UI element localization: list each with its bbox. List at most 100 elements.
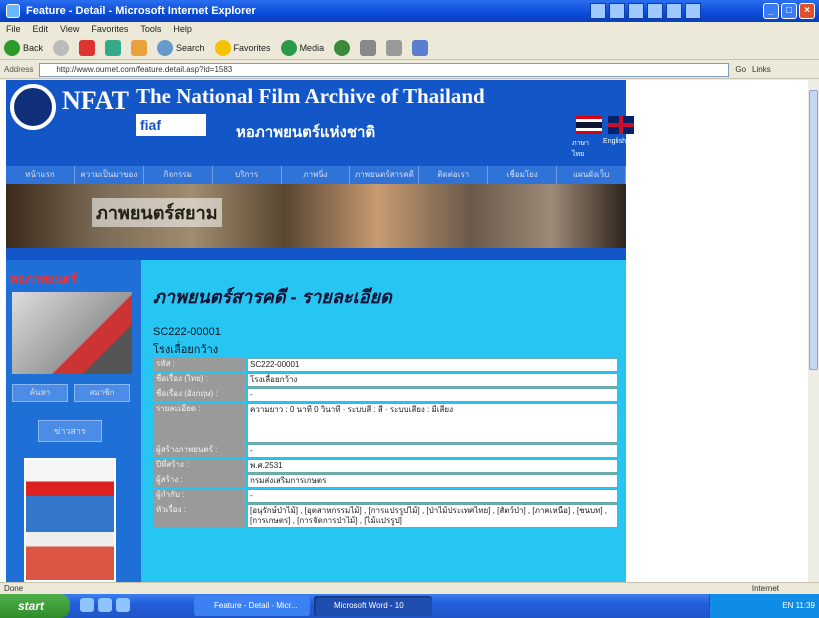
home-icon (131, 39, 148, 56)
mail-button[interactable] (360, 39, 377, 56)
app-icon[interactable] (666, 3, 682, 19)
menu-help[interactable]: Help (173, 22, 192, 36)
film-banner: ภาพยนตร์สยาม (6, 184, 626, 248)
row-label: ผู้สร้าง : (154, 474, 246, 488)
sidebar-news-link[interactable]: ข่าวสาร (38, 420, 102, 442)
nav-item[interactable]: กิจกรรม (144, 166, 213, 184)
page-viewport: NFAT fiaf The National Film Archive of T… (0, 80, 808, 582)
magazine-cover-image[interactable] (24, 458, 116, 582)
ie-quicklaunch-icon[interactable] (80, 598, 94, 612)
sidebar-search-button[interactable]: ค้นหา (12, 384, 68, 402)
nav-item[interactable]: ภาพนิ่ง (282, 166, 351, 184)
titlebar-tray-icons (590, 3, 701, 19)
page-title: ภาพยนตร์สารคดี - รายละเอียด (153, 287, 392, 307)
row-value: - (247, 388, 618, 402)
film-code: SC222-00001 (153, 326, 221, 338)
search-button[interactable]: Search (157, 39, 205, 56)
edit-icon (412, 39, 429, 56)
film-name: โรงเลื่อยกว้าง (153, 344, 219, 356)
minimize-button[interactable]: _ (763, 3, 779, 19)
lang-english-link[interactable]: English (603, 138, 626, 160)
back-button[interactable]: Back (4, 39, 43, 56)
row-value: ความยาว : 0 นาที 0 วินาที · ระบบสี : สี … (247, 403, 618, 443)
divider-strip (6, 248, 626, 260)
content-panel: ภาพยนตร์สารคดี - รายละเอียด SC222-00001 … (141, 260, 626, 582)
row-label: รหัส : (154, 358, 246, 372)
security-zone: Internet (751, 584, 779, 593)
lang-thai-link[interactable]: ภาษาไทย (572, 138, 593, 160)
vertical-scrollbar[interactable] (808, 80, 819, 582)
media-quicklaunch-icon[interactable] (116, 598, 130, 612)
sidebar-heading: หอภาพยนตร์ (10, 272, 78, 286)
forward-button[interactable] (53, 39, 70, 56)
nav-item[interactable]: เชื่อมโยง (488, 166, 558, 184)
desktop-quicklaunch-icon[interactable] (98, 598, 112, 612)
status-bar: Done Internet (0, 582, 819, 594)
row-label: ปีที่สร้าง : (154, 459, 246, 473)
taskbar-item-word[interactable]: Microsoft Word - 10 (314, 596, 432, 616)
taskbar-item-browser[interactable]: Feature - Detail - Micr... (194, 596, 310, 616)
history-button[interactable] (334, 39, 351, 56)
maximize-button[interactable]: □ (781, 3, 797, 19)
app-icon[interactable] (590, 3, 606, 19)
thai-flag-icon[interactable] (576, 116, 602, 134)
menu-file[interactable]: File (6, 22, 21, 36)
print-button[interactable] (386, 39, 403, 56)
sidebar-member-button[interactable]: สมาชิก (74, 384, 130, 402)
nav-item[interactable]: ติดต่อเรา (419, 166, 489, 184)
address-input[interactable]: http://www.ournet.com/feature.detail.asp… (39, 62, 730, 77)
home-button[interactable] (131, 39, 148, 56)
edit-button[interactable] (412, 39, 429, 56)
nfat-logo[interactable]: NFAT (10, 84, 130, 144)
logo-text: NFAT (62, 86, 129, 115)
start-button[interactable]: start (0, 594, 70, 618)
menu-view[interactable]: View (60, 22, 79, 36)
close-button[interactable]: × (799, 3, 815, 19)
go-button[interactable]: Go (735, 65, 746, 74)
row-label: รายละเอียด : (154, 403, 246, 443)
app-icon[interactable] (685, 3, 701, 19)
back-arrow-icon (4, 39, 20, 56)
nav-item[interactable]: บริการ (213, 166, 282, 184)
menu-edit[interactable]: Edit (33, 22, 49, 36)
row-label: ผู้สร้างภาพยนตร์ : (154, 444, 246, 458)
menu-favorites[interactable]: Favorites (91, 22, 128, 36)
website: NFAT fiaf The National Film Archive of T… (6, 80, 634, 582)
fiaf-logo: fiaf (136, 114, 206, 136)
table-row: รายละเอียด : ความยาว : 0 นาที 0 วินาที · … (154, 403, 618, 443)
star-icon (214, 39, 231, 56)
site-header: NFAT fiaf The National Film Archive of T… (6, 80, 634, 166)
table-row: ชื่อเรื่อง (ไทย) : โรงเลื่อยกว้าง (154, 373, 618, 387)
app-icon[interactable] (628, 3, 644, 19)
nav-item[interactable]: แผนผังเว็บ (557, 166, 627, 184)
forward-arrow-icon (53, 39, 70, 56)
row-value: โรงเลื่อยกว้าง (247, 373, 618, 387)
table-row: ปีที่สร้าง : พ.ศ.2531 (154, 459, 618, 473)
favorites-button[interactable]: Favorites (214, 39, 271, 56)
media-button[interactable]: Media (280, 39, 324, 56)
uk-flag-icon[interactable] (608, 116, 634, 134)
app-icon[interactable] (609, 3, 625, 19)
status-text: Done (4, 584, 24, 593)
stop-button[interactable] (79, 39, 96, 56)
nav-item[interactable]: ภาพยนตร์สารคดี (350, 166, 420, 184)
links-button[interactable]: Links (752, 65, 771, 74)
row-value: [อนุรักษ์ป่าไม้] , [อุตสาหกรรมไม้] , [กา… (247, 504, 618, 528)
scroll-thumb[interactable] (809, 90, 818, 370)
nav-item[interactable]: หน้าแรก (6, 166, 75, 184)
row-value: SC222-00001 (247, 358, 618, 372)
print-icon (386, 39, 403, 56)
system-tray: EN 11:39 (709, 594, 819, 618)
app-icon[interactable] (647, 3, 663, 19)
media-icon (280, 39, 297, 56)
refresh-button[interactable] (105, 39, 122, 56)
nav-item[interactable]: ความเป็นมาของ (75, 166, 144, 184)
table-row: ผู้กำกับ :- (154, 489, 618, 503)
refresh-icon (105, 39, 122, 56)
banner-text: ภาพยนตร์สยาม (92, 198, 222, 227)
row-label: ชื่อเรื่อง (ไทย) : (154, 373, 246, 387)
row-value: กรมส่งเสริมการเกษตร (247, 474, 618, 488)
menu-tools[interactable]: Tools (140, 22, 161, 36)
mail-icon (360, 39, 377, 56)
site-nav: หน้าแรก ความเป็นมาของ กิจกรรม บริการ ภาพ… (6, 166, 627, 184)
